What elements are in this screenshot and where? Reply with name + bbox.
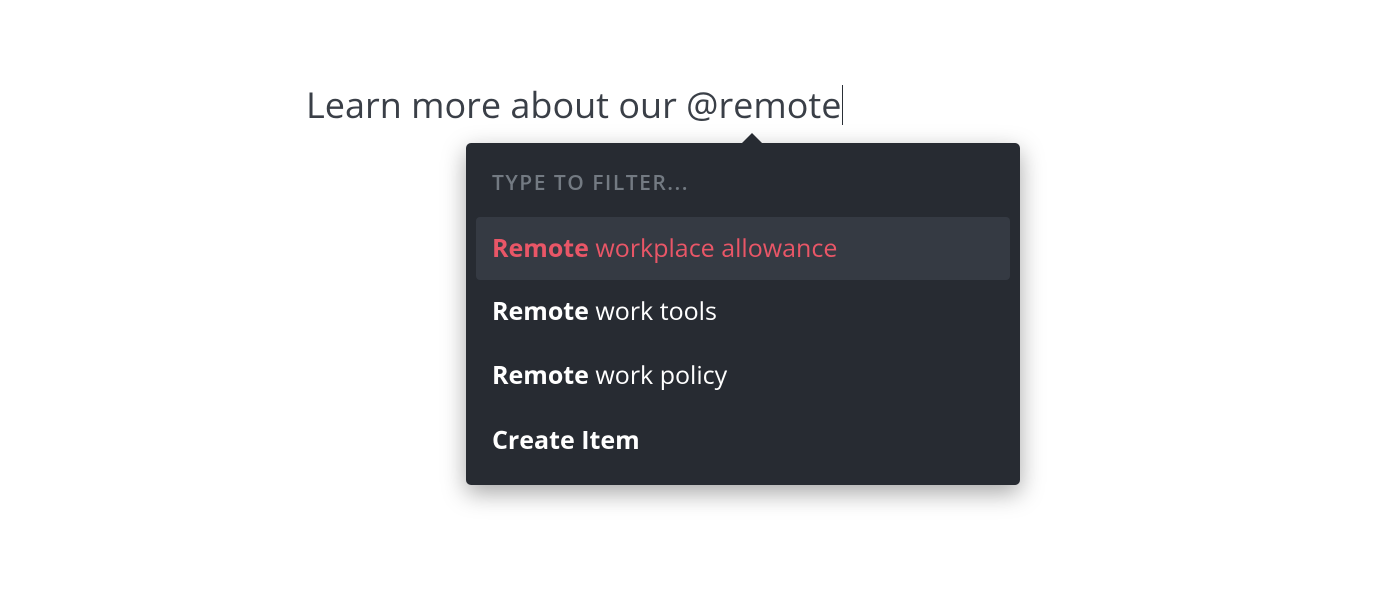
editor-text-prefix: Learn more about our [306,80,686,129]
mention-autocomplete-dropdown: TYPE TO FILTER... Remote workplace allow… [466,143,1020,485]
editor-mention-token: @remote [686,80,841,129]
dropdown-filter-hint: TYPE TO FILTER... [476,155,1010,217]
dropdown-item-match: Remote [492,358,589,392]
text-caret [842,85,843,125]
dropdown-item-match: Remote [492,294,589,328]
dropdown-item-remote-work-tools[interactable]: Remote work tools [476,280,1010,343]
dropdown-item-rest: work tools [589,294,717,328]
dropdown-item-remote-work-policy[interactable]: Remote work policy [476,344,1010,407]
dropdown-create-item[interactable]: Create Item [476,407,1010,475]
dropdown-item-match: Remote [492,231,589,265]
dropdown-item-rest: work policy [589,358,727,392]
editor-line[interactable]: Learn more about our @remote [306,80,843,129]
dropdown-item-remote-workplace-allowance[interactable]: Remote workplace allowance [476,217,1010,280]
dropdown-item-rest: workplace allowance [589,231,837,265]
